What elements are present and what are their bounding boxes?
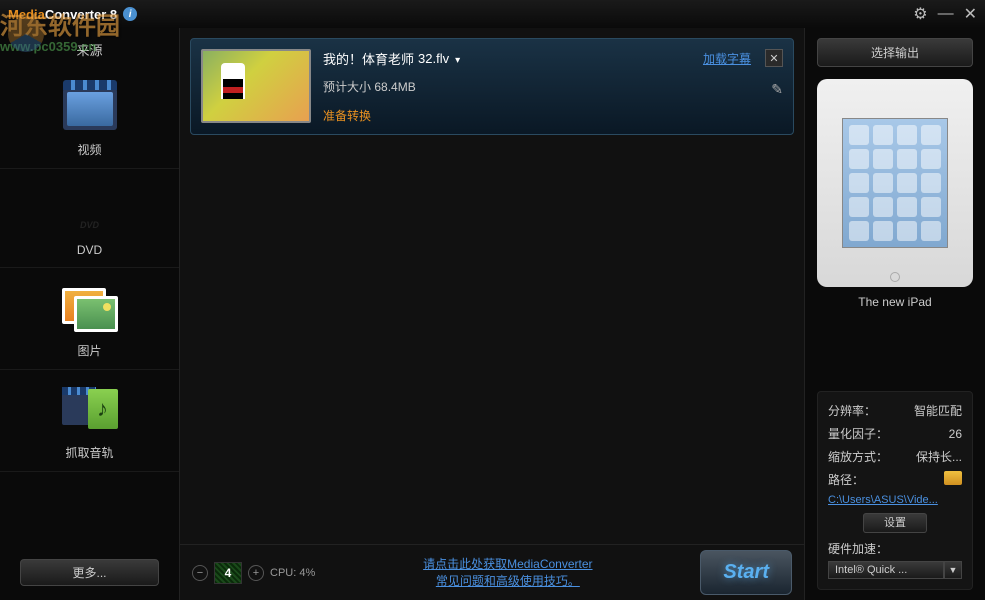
- device-label: The new iPad: [817, 295, 973, 309]
- right-panel: 选择输出 The new iPad 分辨率：智能匹配 量化因子：26 缩放方式：…: [805, 28, 985, 600]
- file-item[interactable]: 我的！体育老师 32.flv 预计大小 68.4MB 准备转换 加载字幕 ✕ ✎: [190, 38, 794, 135]
- bottom-bar: − 4 + CPU: 4% 请点击此处获取MediaConverter常见问题和…: [180, 544, 804, 600]
- cpu-control: − 4 + CPU: 4%: [192, 562, 315, 584]
- load-subtitle-link[interactable]: 加载字幕: [703, 50, 751, 67]
- sidebar: 来源 视频 DVD DVD 图片 ♪ 抓取音轨 更多...: [0, 28, 180, 600]
- folder-icon[interactable]: [944, 471, 962, 485]
- chevron-down-icon[interactable]: ▼: [944, 561, 962, 579]
- scale-value: 保持长...: [916, 448, 962, 465]
- titlebar: MediaConverter 8 i ⚙ — ✕: [0, 0, 985, 28]
- pencil-icon[interactable]: ✎: [771, 81, 783, 98]
- hw-accel-label: 硬件加速：: [828, 540, 962, 557]
- watermark-overlay: 河东软件园 www.pc0359.cn: [0, 6, 120, 54]
- info-icon[interactable]: i: [123, 7, 137, 21]
- device-preview[interactable]: [817, 79, 973, 287]
- cpu-minus-button[interactable]: −: [192, 565, 208, 581]
- cpu-count: 4: [214, 562, 242, 584]
- faq-link[interactable]: 请点击此处获取MediaConverter常见问题和高级使用技巧。: [325, 556, 690, 590]
- output-settings: 分辨率：智能匹配 量化因子：26 缩放方式：保持长... 路径： C:\User…: [817, 391, 973, 590]
- sidebar-item-picture[interactable]: 图片: [0, 268, 179, 370]
- sidebar-item-audio[interactable]: ♪ 抓取音轨: [0, 370, 179, 472]
- minimize-icon[interactable]: —: [938, 5, 954, 23]
- select-output-button[interactable]: 选择输出: [817, 38, 973, 67]
- chevron-down-icon[interactable]: [453, 51, 460, 66]
- video-thumbnail: [201, 49, 311, 123]
- sidebar-item-video[interactable]: 视频: [0, 67, 179, 169]
- hw-accel-select[interactable]: Intel® Quick ... ▼: [828, 561, 962, 579]
- resolution-value: 智能匹配: [914, 402, 962, 419]
- sidebar-item-dvd[interactable]: DVD DVD: [0, 169, 179, 268]
- music-extract-icon: ♪: [60, 388, 120, 436]
- file-status: 准备转换: [323, 107, 783, 124]
- cpu-usage-label: CPU: 4%: [270, 567, 315, 579]
- more-button[interactable]: 更多...: [20, 559, 159, 586]
- remove-file-button[interactable]: ✕: [765, 49, 783, 67]
- quantization-value: 26: [949, 427, 962, 441]
- ipad-icon: [842, 118, 948, 248]
- file-list: 我的！体育老师 32.flv 预计大小 68.4MB 准备转换 加载字幕 ✕ ✎: [180, 28, 804, 544]
- dvd-icon: DVD: [60, 187, 120, 235]
- settings-button[interactable]: 设置: [863, 513, 927, 533]
- gear-icon[interactable]: ⚙: [913, 4, 927, 24]
- file-size: 预计大小 68.4MB: [323, 78, 783, 95]
- picture-icon: [60, 286, 120, 334]
- center-panel: 我的！体育老师 32.flv 预计大小 68.4MB 准备转换 加载字幕 ✕ ✎: [180, 28, 805, 600]
- clapperboard-icon: [60, 85, 120, 133]
- cpu-plus-button[interactable]: +: [248, 565, 264, 581]
- close-window-icon[interactable]: ✕: [964, 4, 977, 24]
- output-path-link[interactable]: C:\Users\ASUS\Vide...: [828, 494, 962, 506]
- start-button[interactable]: Start: [700, 550, 792, 595]
